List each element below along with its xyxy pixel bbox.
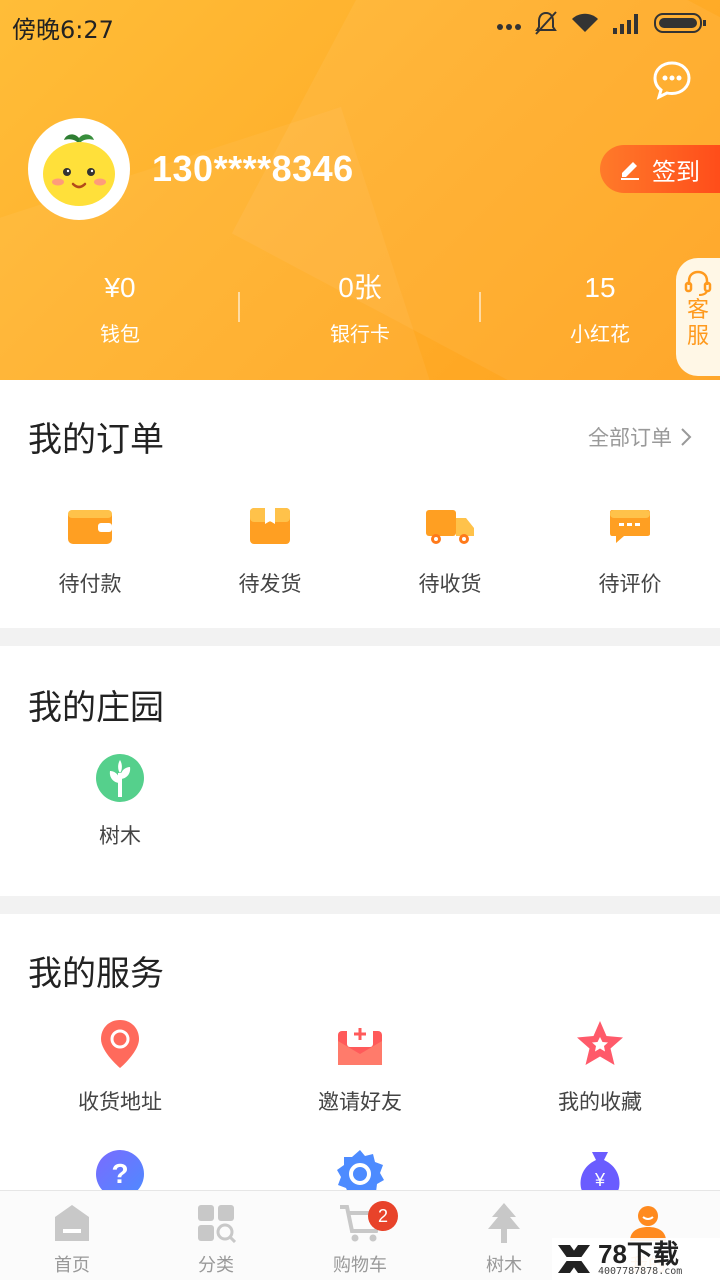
wallet-label: 钱包 xyxy=(100,322,140,346)
mute-bell-icon xyxy=(534,10,558,40)
cart-badge: 2 xyxy=(368,1201,398,1231)
phone-number: 130****8346 xyxy=(152,148,354,189)
more-dots-icon xyxy=(496,16,522,35)
pencil-icon xyxy=(621,162,639,180)
profile-header: 傍晚6:27 130****8346 签到 ¥0 钱包 0张 银行卡 15 小红… xyxy=(0,0,720,380)
order-label: 待评价 xyxy=(598,572,662,596)
order-pending-shipment[interactable]: 待发货 xyxy=(210,496,330,598)
service-label: 邀请好友 xyxy=(318,1090,402,1114)
location-pin-icon xyxy=(90,1014,150,1074)
stat-wallet[interactable]: ¥0 钱包 xyxy=(0,268,240,347)
chevron-right-icon xyxy=(681,428,692,446)
service-label: 我的收藏 xyxy=(558,1090,642,1114)
services-title: 我的服务 xyxy=(28,954,164,994)
all-orders-label: 全部订单 xyxy=(588,426,672,450)
service-address[interactable]: 收货地址 xyxy=(60,1014,180,1116)
estate-section: 我的庄园 树木 xyxy=(0,646,720,896)
order-pending-payment[interactable]: 待付款 xyxy=(30,496,150,598)
all-orders-link[interactable]: 全部订单 xyxy=(588,422,692,452)
order-pending-receipt[interactable]: 待收货 xyxy=(390,496,510,598)
order-label: 待发货 xyxy=(238,572,302,596)
battery-icon xyxy=(654,12,708,38)
order-pending-review[interactable]: 待评价 xyxy=(570,496,690,598)
service-label: 收货地址 xyxy=(78,1090,162,1114)
watermark-logo-icon xyxy=(558,1245,590,1273)
nav-label: 购物车 xyxy=(333,1255,387,1276)
truck-icon xyxy=(420,496,480,556)
nav-label: 首页 xyxy=(54,1255,90,1276)
watermark-main: 78下载 xyxy=(598,1238,679,1269)
package-icon xyxy=(240,496,300,556)
watermark-sub: 4007787878.com xyxy=(598,1265,683,1277)
comment-icon xyxy=(600,496,660,556)
wifi-icon xyxy=(570,12,600,38)
customer-service-tab[interactable]: 客 服 xyxy=(676,258,720,376)
orders-section: 我的订单 全部订单 待付款 待发货 待收货 待评价 xyxy=(0,380,720,628)
star-icon xyxy=(570,1014,630,1074)
estate-label: 树木 xyxy=(99,824,141,848)
status-bar: 傍晚6:27 xyxy=(0,0,720,50)
estate-tree-item[interactable]: 树木 xyxy=(60,748,180,850)
order-label: 待收货 xyxy=(418,572,482,596)
home-icon xyxy=(0,1201,144,1245)
signin-button[interactable]: 签到 xyxy=(600,145,720,193)
category-icon xyxy=(144,1201,288,1245)
services-section: 我的服务 收货地址 邀请好友 我的收藏 ? ¥ xyxy=(0,914,720,1198)
svg-text:¥: ¥ xyxy=(594,1170,606,1190)
invite-envelope-icon xyxy=(330,1014,390,1074)
signal-icon xyxy=(612,12,642,38)
status-time: 傍晚6:27 xyxy=(12,16,114,44)
watermark: 78下载 4007787878.com xyxy=(552,1238,720,1280)
service-favorites[interactable]: 我的收藏 xyxy=(540,1014,660,1116)
bank-card-value: 0张 xyxy=(338,272,382,303)
signin-label: 签到 xyxy=(652,157,700,186)
orders-title: 我的订单 xyxy=(28,420,164,460)
tree-icon xyxy=(90,748,150,808)
avatar[interactable] xyxy=(28,118,130,220)
wallet-icon xyxy=(60,496,120,556)
order-label: 待付款 xyxy=(58,572,122,596)
status-icons xyxy=(496,10,708,40)
wallet-value: ¥0 xyxy=(104,272,136,303)
chat-bubble-icon xyxy=(653,61,691,100)
headset-icon xyxy=(684,270,712,296)
nav-category[interactable]: 分类 xyxy=(144,1201,288,1277)
service-invite[interactable]: 邀请好友 xyxy=(300,1014,420,1116)
bank-card-label: 银行卡 xyxy=(330,322,390,346)
nav-cart[interactable]: 2 购物车 xyxy=(288,1201,432,1277)
stat-bank-card[interactable]: 0张 银行卡 xyxy=(240,268,480,347)
estate-title: 我的庄园 xyxy=(28,688,164,728)
message-button[interactable] xyxy=(652,60,692,100)
svg-text:?: ? xyxy=(111,1158,128,1189)
nav-label: 分类 xyxy=(198,1255,234,1276)
service-label-1: 客 xyxy=(686,298,709,323)
service-label-2: 服 xyxy=(686,324,709,349)
orange-mascot-icon xyxy=(43,134,115,206)
cart-icon xyxy=(288,1201,432,1245)
nav-home[interactable]: 首页 xyxy=(0,1201,144,1277)
